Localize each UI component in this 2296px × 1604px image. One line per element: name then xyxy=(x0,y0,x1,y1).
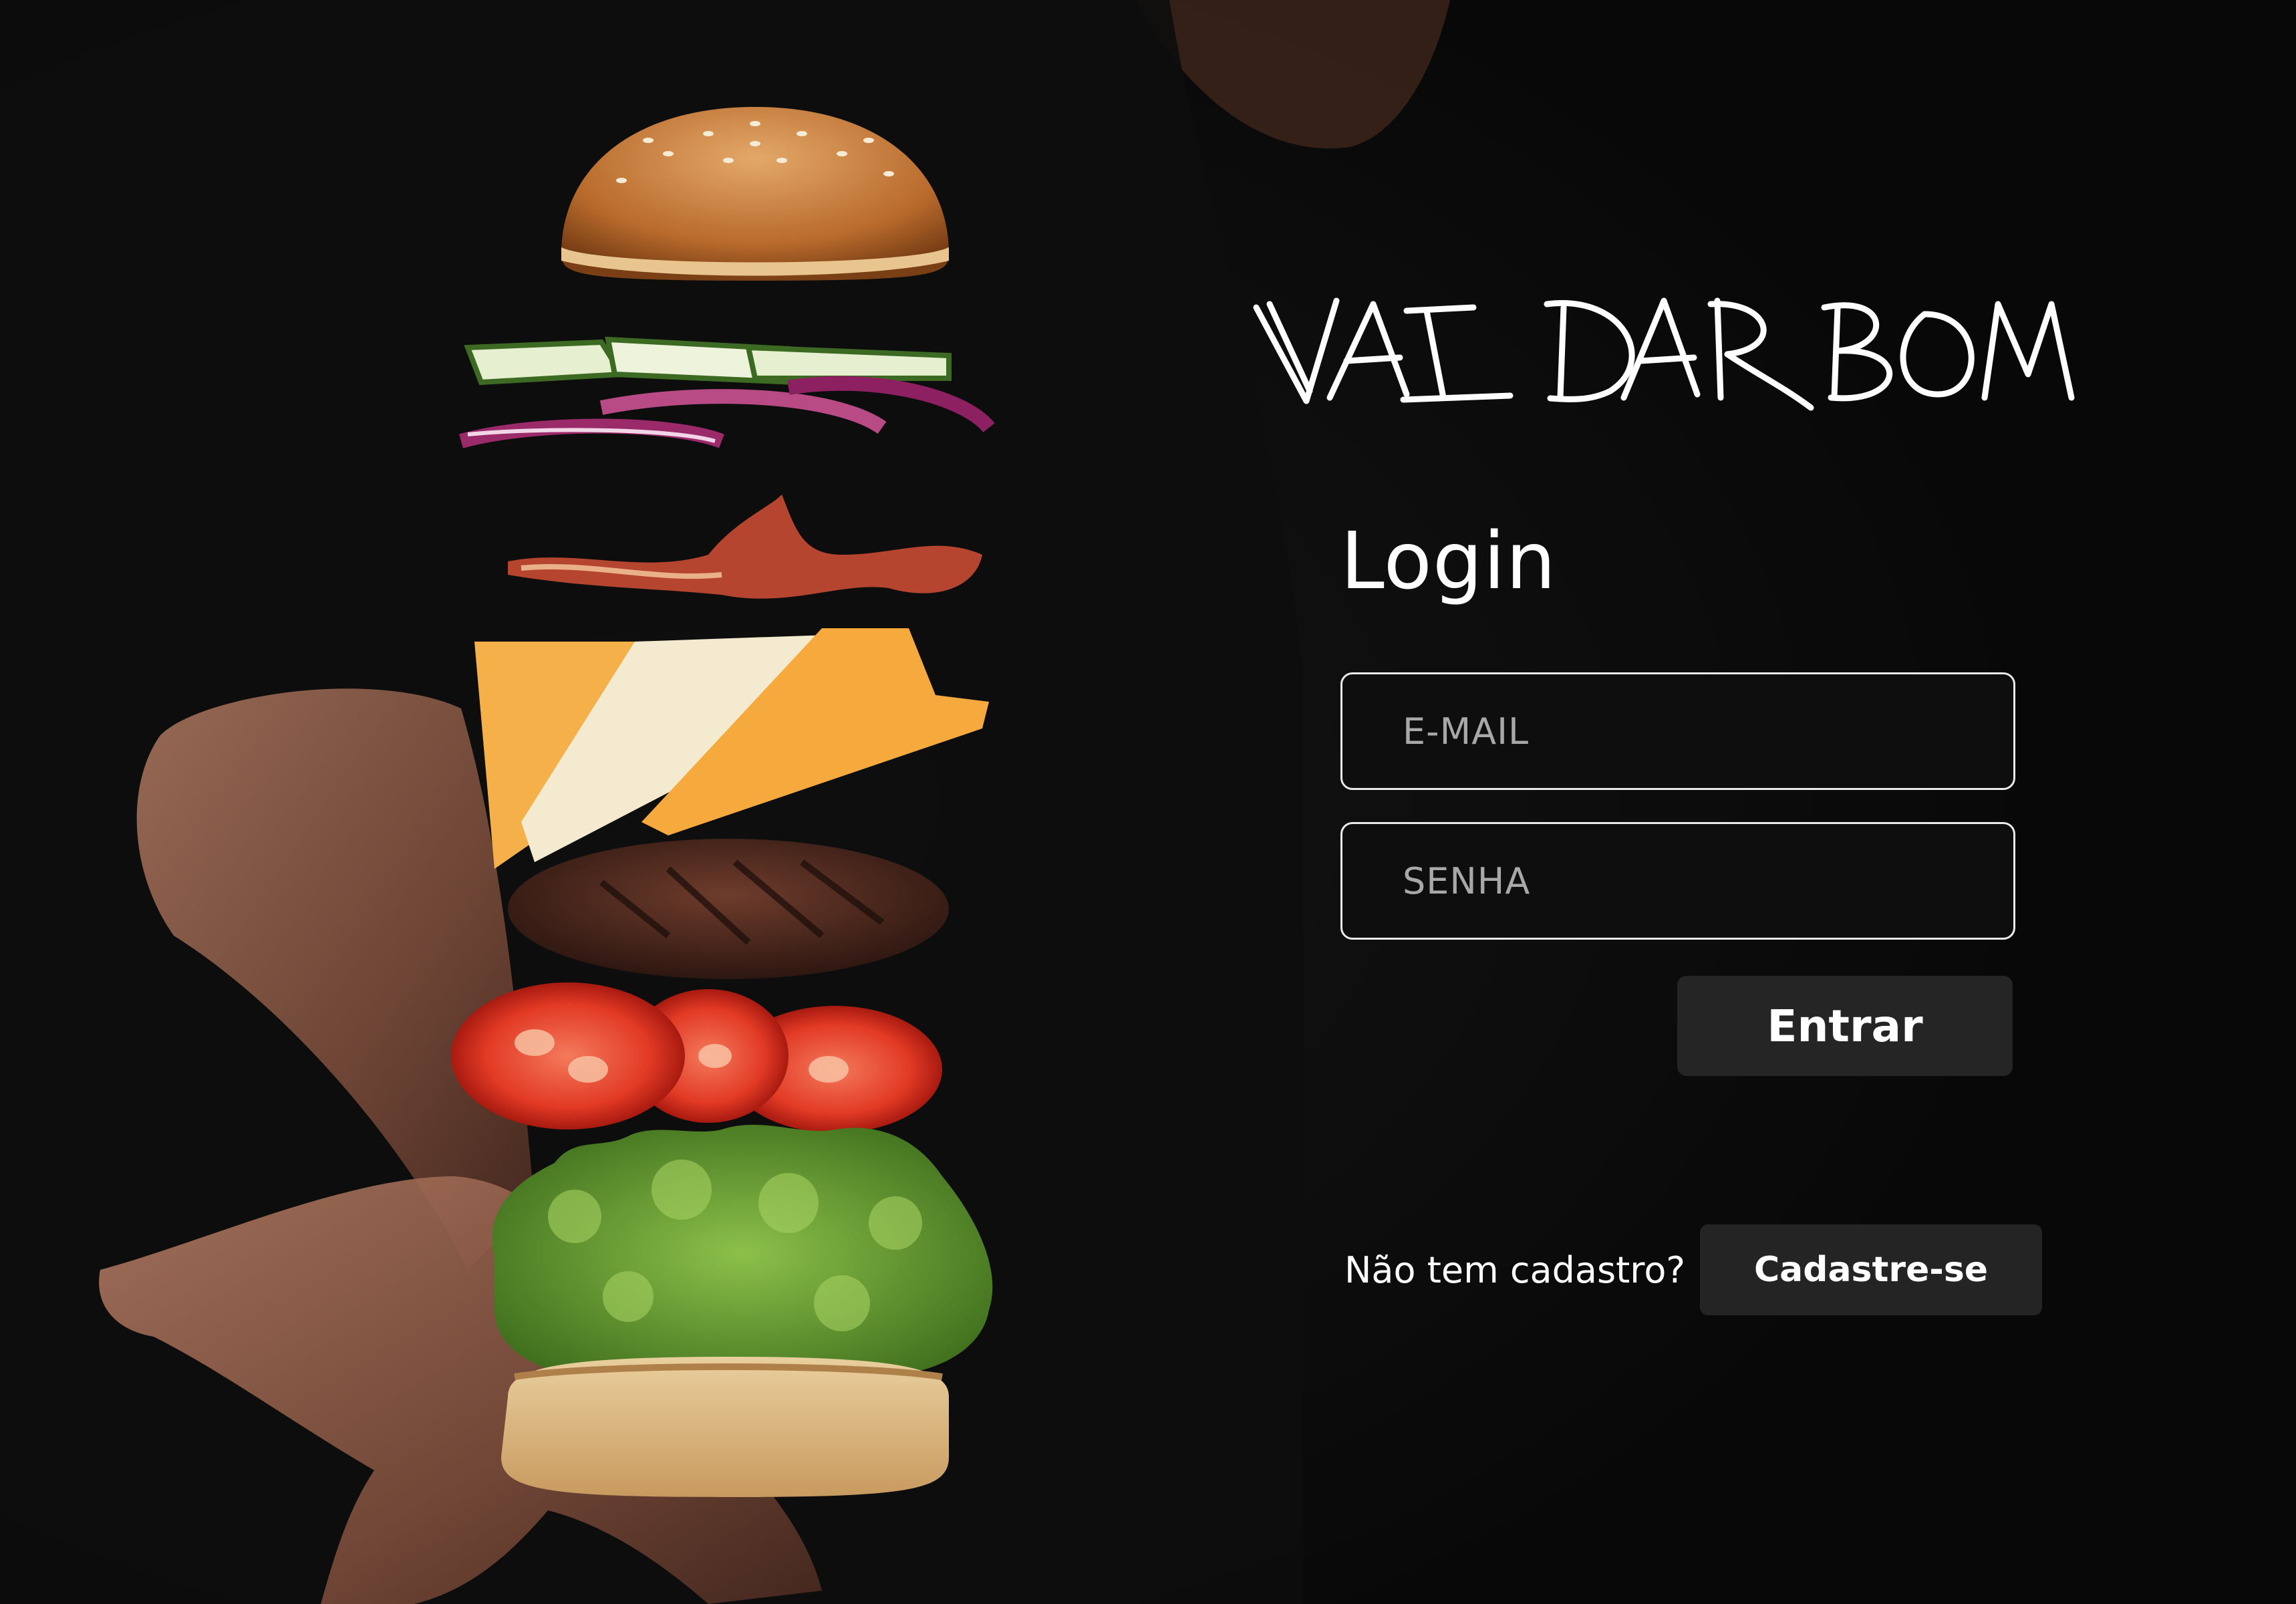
password-field[interactable] xyxy=(1340,822,2015,940)
login-title: Login xyxy=(1340,515,1557,607)
login-page: Login Entrar Não tem cadastro? Cadastre-… xyxy=(0,0,2296,1604)
hero-burger-photo xyxy=(0,0,2296,1604)
email-field[interactable] xyxy=(1340,672,2015,790)
brand-logo xyxy=(1253,297,2075,411)
signup-prompt: Não tem cadastro? xyxy=(1344,1248,1686,1291)
login-button[interactable]: Entrar xyxy=(1677,976,2013,1076)
signup-button[interactable]: Cadastre-se xyxy=(1700,1224,2043,1315)
signup-row: Não tem cadastro? Cadastre-se xyxy=(1344,1224,2043,1315)
